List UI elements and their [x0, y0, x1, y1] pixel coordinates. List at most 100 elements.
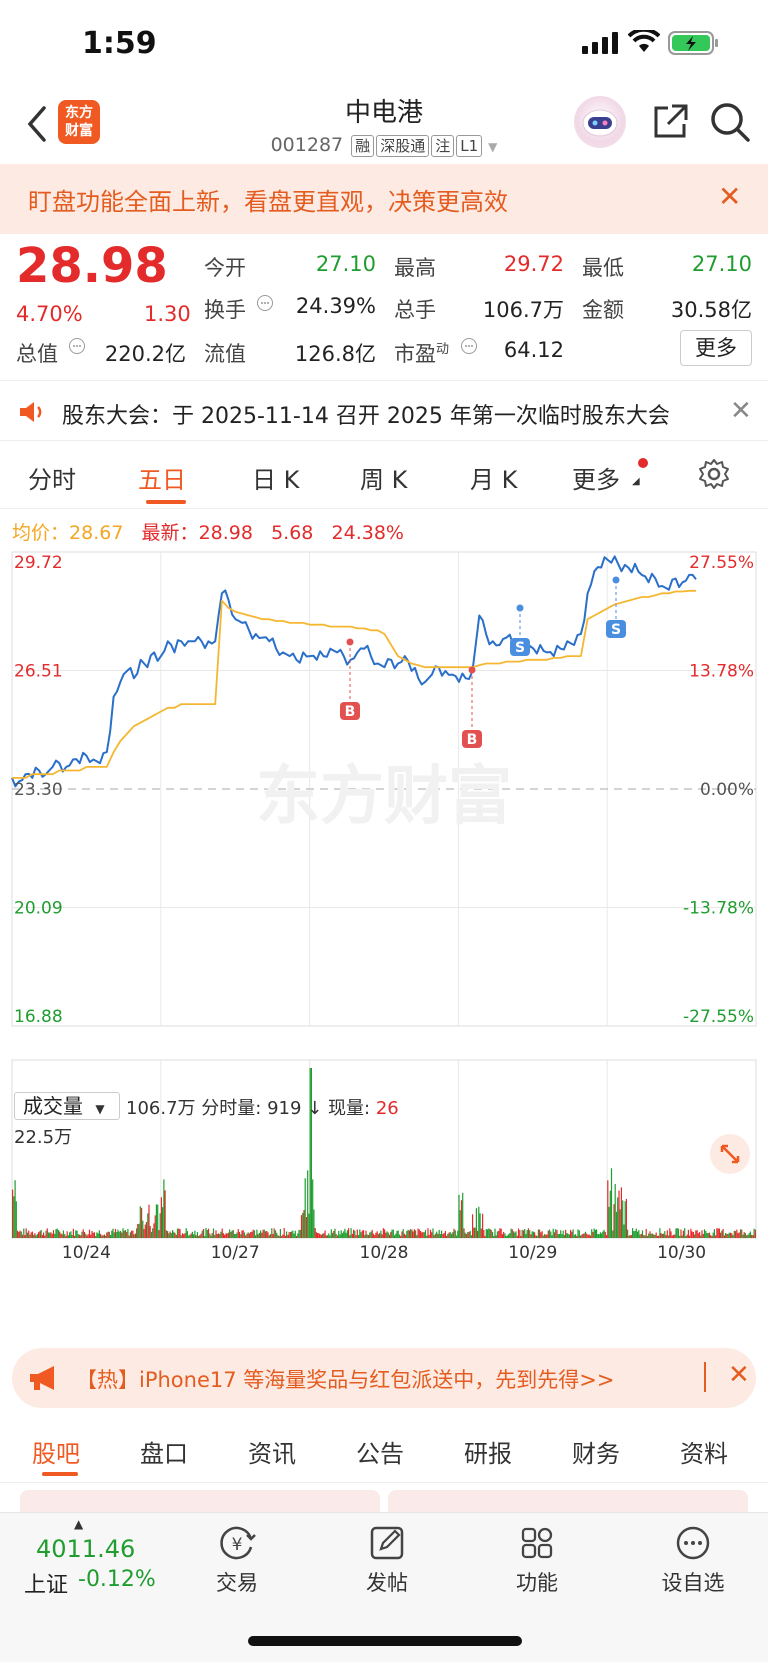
- volume-bar: [694, 1234, 696, 1238]
- volume-bar: [597, 1234, 599, 1238]
- volume-bar: [221, 1228, 223, 1238]
- volume-bar: [362, 1230, 365, 1238]
- add-watchlist-button[interactable]: 设自选: [648, 1523, 738, 1597]
- volume-bar: [749, 1231, 751, 1238]
- tab-order-book[interactable]: 盘口: [140, 1434, 188, 1469]
- collapse-arrow-icon[interactable]: ▲: [74, 1517, 83, 1531]
- tab-five-day[interactable]: 五日: [138, 460, 186, 495]
- volume-bar: [198, 1236, 200, 1238]
- tab-daily-k[interactable]: 日 K: [252, 460, 299, 495]
- volume-bar: [526, 1230, 528, 1238]
- volume-bar: [516, 1235, 518, 1238]
- volume-bar: [170, 1232, 172, 1238]
- tab-intraday[interactable]: 分时: [28, 460, 76, 495]
- tag-connect: 深股通: [376, 135, 430, 157]
- trade-icon: ¥: [220, 1526, 256, 1560]
- volume-bar: [449, 1232, 451, 1238]
- tab-announcements[interactable]: 公告: [356, 1434, 404, 1469]
- robot-assistant-icon[interactable]: [574, 96, 626, 148]
- info-icon[interactable]: [256, 294, 274, 312]
- volume-bar: [283, 1228, 285, 1238]
- volume-bar: [536, 1235, 538, 1238]
- volume-bar: [655, 1232, 657, 1238]
- left-tick-label: 16.88: [14, 1007, 63, 1027]
- index-value[interactable]: 4011.46: [36, 1535, 135, 1563]
- tab-profile[interactable]: 资料: [680, 1434, 728, 1469]
- search-icon[interactable]: [708, 100, 752, 144]
- volume-bar: [674, 1234, 676, 1238]
- volume-bar: [695, 1230, 697, 1238]
- volume-bar: [286, 1231, 288, 1238]
- volume-bar: [692, 1232, 694, 1238]
- promo-close-icon[interactable]: ✕: [728, 1360, 750, 1390]
- volume-bar: [468, 1231, 470, 1238]
- promo-banner[interactable]: 【热】iPhone17 等海量奖品与红包派送中，先到先得>> ✕: [12, 1348, 756, 1408]
- volume-bar: [366, 1234, 368, 1238]
- more-button[interactable]: 更多: [680, 330, 752, 366]
- volume-bar: [556, 1230, 558, 1238]
- tab-forum[interactable]: 股吧: [32, 1434, 80, 1469]
- banner-close-icon[interactable]: ✕: [718, 180, 741, 213]
- share-icon[interactable]: [650, 102, 690, 142]
- watermark: 东方财富: [256, 760, 512, 834]
- volume-bar: [186, 1231, 188, 1238]
- volume-bar: [174, 1232, 176, 1238]
- tab-weekly-k[interactable]: 周 K: [360, 460, 407, 495]
- notice-close-icon[interactable]: ✕: [730, 396, 752, 426]
- volume-bar: [168, 1233, 170, 1238]
- x-axis-label: 10/28: [360, 1243, 409, 1263]
- volume-bar: [432, 1228, 434, 1238]
- volume-bar: [136, 1228, 138, 1238]
- volume-bar: [591, 1229, 593, 1238]
- trade-button[interactable]: ¥ 交易: [192, 1523, 282, 1597]
- mktcap-value: 220.2亿: [104, 342, 186, 366]
- volume-bar: [93, 1232, 95, 1238]
- volume-bar: [34, 1233, 36, 1238]
- volume-bar: [238, 1232, 241, 1238]
- volume-bar: [744, 1233, 746, 1238]
- volume-bar: [654, 1234, 656, 1238]
- open-value: 27.10: [315, 252, 376, 276]
- tab-more[interactable]: 更多: [572, 460, 620, 495]
- volume-bar: [307, 1170, 309, 1238]
- volume-bar: [499, 1228, 501, 1238]
- settings-gear-icon[interactable]: [698, 458, 730, 490]
- volume-bar: [451, 1233, 453, 1238]
- volume-bar: [406, 1230, 408, 1238]
- volume-bar: [365, 1230, 367, 1238]
- volume-bar: [253, 1230, 255, 1238]
- volume-bar: [588, 1234, 590, 1238]
- volume-bar: [464, 1232, 466, 1238]
- volume-bar: [387, 1232, 389, 1238]
- feature-banner[interactable]: 盯盘功能全面上新，看盘更直观，决策更高效 ✕: [0, 164, 768, 234]
- post-button[interactable]: 发帖: [342, 1523, 432, 1597]
- tab-research[interactable]: 研报: [464, 1434, 512, 1469]
- active-tab-indicator: [146, 500, 186, 504]
- tab-monthly-k[interactable]: 月 K: [470, 460, 517, 495]
- volume-bar: [284, 1235, 286, 1238]
- functions-button[interactable]: 功能: [492, 1523, 582, 1597]
- volume-bar: [354, 1230, 356, 1238]
- expand-icon[interactable]: [710, 1134, 750, 1174]
- volume-bar: [558, 1233, 560, 1238]
- volume-bar: [553, 1232, 556, 1238]
- volume-bar: [661, 1234, 663, 1238]
- volume-bar: [411, 1229, 413, 1238]
- low-label: 最低: [582, 256, 624, 280]
- dropdown-triangle-icon: ▼: [488, 140, 498, 154]
- tab-finance[interactable]: 财务: [572, 1434, 620, 1469]
- info-icon[interactable]: [460, 337, 478, 355]
- volume-bar: [522, 1230, 525, 1238]
- volume-bar: [506, 1235, 508, 1238]
- info-icon[interactable]: [68, 337, 86, 355]
- shareholder-notice[interactable]: 股东大会：于 2025-11-14 召开 2025 年第一次临时股东大会: [62, 398, 670, 430]
- volume-bar: [95, 1235, 97, 1238]
- volume-bar: [81, 1231, 83, 1238]
- volume-bar: [372, 1233, 374, 1238]
- indicator-select[interactable]: 成交量 ▼: [14, 1092, 120, 1120]
- volume-bar: [459, 1210, 461, 1238]
- volume-bar: [390, 1231, 392, 1238]
- tab-news[interactable]: 资讯: [248, 1434, 296, 1469]
- volume-bar: [460, 1200, 463, 1238]
- five-day-chart[interactable]: 东方财富 B B S S 29.72 26.51 23.30 20.09 16.88 27.55…: [0, 548, 768, 1318]
